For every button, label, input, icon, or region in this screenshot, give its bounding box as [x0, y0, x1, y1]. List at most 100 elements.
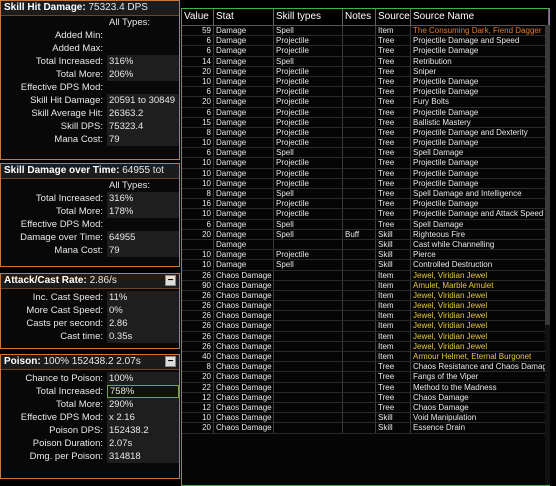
table-row[interactable]: 10 Damage Projectile Tree Projectile Damage … [182, 209, 549, 220]
cell-stat: Damage [214, 127, 274, 138]
stat-value[interactable]: 152438.2 [107, 424, 179, 437]
stat-value[interactable]: 290% [107, 398, 179, 411]
table-row[interactable]: 10 Damage Projectile Tree Projectile Damage [182, 76, 549, 88]
table-row[interactable]: 16 Damage Projectile Tree Projectile Damage [182, 199, 549, 210]
table-row[interactable]: 10 Damage Spell Skill Controlled Destruction [182, 260, 549, 271]
cell-notes [343, 46, 376, 56]
table-row[interactable]: 26 Chaos Damage Item Jewel, Viridian Jewel [182, 311, 549, 322]
table-row[interactable]: 10 Chaos Damage Skill Void Manipulation [182, 413, 549, 424]
table-row[interactable]: 10 Damage Projectile Tree Projectile Damage [182, 158, 549, 169]
cell-source-name: Jewel, Viridian Jewel [411, 301, 549, 311]
stat-value[interactable]: 758% [107, 385, 179, 398]
cell-skill-types [274, 372, 343, 382]
stat-value[interactable]: 64955 [107, 231, 179, 244]
cell-notes [343, 87, 376, 97]
table-row[interactable]: 26 Chaos Damage Item Jewel, Viridian Jewel [182, 341, 549, 352]
cell-notes [343, 280, 376, 290]
stat-value[interactable]: 75323.4 [107, 120, 179, 133]
cell-notes [343, 321, 376, 331]
table-row[interactable]: 26 Chaos Damage Item Jewel, Viridian Jewel [182, 301, 549, 312]
cell-notes [343, 362, 376, 372]
table-row[interactable]: 10 Damage Projectile Tree Projectile Damage [182, 178, 549, 189]
table-row[interactable]: 6 Damage Spell Tree Spell Damage [182, 219, 549, 230]
scrollbar-thumb[interactable] [545, 25, 550, 325]
stat-value[interactable]: 0% [107, 304, 179, 317]
poison-collapse-button[interactable]: − [165, 356, 176, 367]
stat-value[interactable]: 26363.2 [107, 107, 179, 120]
table-row[interactable]: 90 Chaos Damage Item Amulet, Marble Amulet [182, 280, 549, 291]
cell-value: 8 [182, 127, 214, 138]
table-row[interactable]: 20 Damage Projectile Tree Fury Bolts [182, 97, 549, 108]
attack-collapse-button[interactable]: − [165, 275, 176, 286]
stat-value[interactable]: 316% [107, 192, 179, 205]
table-row[interactable]: 12 Chaos Damage Tree Chaos Damage [182, 392, 549, 403]
table-row[interactable]: 8 Damage Spell Tree Spell Damage and Intelli… [182, 189, 549, 200]
table-row[interactable]: 10 Damage Projectile Skill Pierce [182, 250, 549, 261]
stat-value[interactable]: x 2.16 [107, 411, 179, 424]
col-header-skill-types[interactable]: Skill types [274, 9, 343, 25]
table-row[interactable]: 6 Damage Projectile Tree Projectile Damage a… [182, 36, 549, 47]
table-row[interactable]: 14 Damage Spell Tree Retribution [182, 56, 549, 67]
cell-source: Skill [376, 229, 411, 239]
cell-skill-types: Projectile [274, 209, 343, 219]
table-row[interactable]: 26 Chaos Damage Item Jewel, Viridian Jewel [182, 331, 549, 342]
stat-value[interactable]: 100% [107, 372, 179, 385]
cell-notes [343, 352, 376, 362]
stat-value[interactable]: 2.86 [107, 317, 179, 330]
table-scrollbar[interactable] [545, 25, 550, 485]
stat-value[interactable]: 316% [107, 55, 179, 68]
col-header-source-name[interactable]: Source Name [411, 9, 549, 25]
table-row[interactable]: 22 Chaos Damage Tree Method to the Madness [182, 382, 549, 393]
table-row[interactable]: 6 Damage Projectile Tree Projectile Damage [182, 87, 549, 98]
cell-stat: Damage [214, 189, 274, 199]
table-row[interactable]: 8 Damage Projectile Tree Projectile Damage a… [182, 127, 549, 139]
col-header-stat[interactable]: Stat [214, 9, 274, 25]
col-header-notes[interactable]: Notes [343, 9, 376, 25]
stat-value[interactable]: 314818 [107, 450, 179, 463]
table-row[interactable]: 6 Damage Spell Tree Spell Damage [182, 148, 549, 159]
cell-notes [343, 76, 376, 87]
cell-skill-types: Projectile [274, 117, 343, 127]
cell-source-name: Projectile Damage [411, 138, 549, 148]
table-row[interactable]: 20 Damage Spell Buff Skill Righteous Fire [182, 229, 549, 240]
table-row[interactable]: 26 Chaos Damage Item Jewel, Viridian Jewel [182, 270, 549, 281]
table-row[interactable]: 20 Damage Projectile Tree Sniper [182, 66, 549, 77]
table-row[interactable]: 6 Damage Projectile Tree Projectile Damage [182, 46, 549, 57]
table-row[interactable]: 20 Chaos Damage Tree Fangs of the Viper [182, 372, 549, 383]
stat-value[interactable]: 206% [107, 68, 179, 81]
table-row[interactable]: 26 Chaos Damage Item Jewel, Viridian Jewel [182, 321, 549, 332]
table-row[interactable]: 6 Damage Projectile Tree Projectile Damage [182, 107, 549, 118]
table-row[interactable]: 8 Chaos Damage Tree Chaos Resistance and Ch… [182, 362, 549, 373]
cell-source-name: Amulet, Marble Amulet [411, 280, 549, 290]
dot-rows: Total Increased: 316% Total More: 178% Effec… [1, 192, 179, 257]
stat-value[interactable]: 178% [107, 205, 179, 218]
poison-header[interactable]: Poison: 100% 152438.2 2.07s − [1, 355, 179, 370]
stat-value[interactable]: 20591 to 30849 [107, 94, 179, 107]
table-row[interactable]: 59 Damage Spell Item The Consuming Dark, Fie… [182, 26, 549, 37]
stat-value[interactable]: 11% [107, 291, 179, 304]
col-header-source[interactable]: Source [376, 9, 411, 25]
skill-hit-damage-header[interactable]: Skill Hit Damage: 75323.4 DPS [1, 1, 179, 16]
cell-notes [343, 402, 376, 413]
stat-value[interactable]: 79 [107, 133, 179, 146]
col-header-value[interactable]: Value [182, 9, 214, 25]
table-row[interactable]: Damage Skill Cast while Channelling [182, 239, 549, 251]
cell-source: Tree [376, 219, 411, 229]
table-row[interactable]: 26 Chaos Damage Item Jewel, Viridian Jewel [182, 290, 549, 302]
cell-source: Tree [376, 392, 411, 402]
cell-stat: Damage [214, 178, 274, 188]
table-row[interactable]: 40 Chaos Damage Item Armour Helmet, Eternal… [182, 352, 549, 363]
cell-skill-types: Projectile [274, 168, 343, 178]
table-row[interactable]: 20 Chaos Damage Skill Essence Drain [182, 423, 549, 434]
table-row[interactable]: 10 Damage Projectile Tree Projectile Damage [182, 168, 549, 179]
stat-value[interactable]: 0.35s [107, 330, 179, 343]
stat-value[interactable]: 2.07s [107, 437, 179, 450]
breakdown-table[interactable]: Value Stat Skill types Notes Source Sour… [181, 8, 550, 486]
stat-value[interactable]: 79 [107, 244, 179, 257]
dot-header[interactable]: Skill Damage over Time: 64955 tot [1, 164, 179, 179]
table-row[interactable]: 10 Damage Projectile Tree Projectile Damage [182, 138, 549, 149]
cell-stat: Damage [214, 76, 274, 87]
attack-cast-header[interactable]: Attack/Cast Rate: 2.86/s − [1, 274, 179, 289]
table-row[interactable]: 15 Damage Projectile Tree Ballistic Mastery [182, 117, 549, 128]
table-row[interactable]: 12 Chaos Damage Tree Chaos Damage [182, 402, 549, 414]
